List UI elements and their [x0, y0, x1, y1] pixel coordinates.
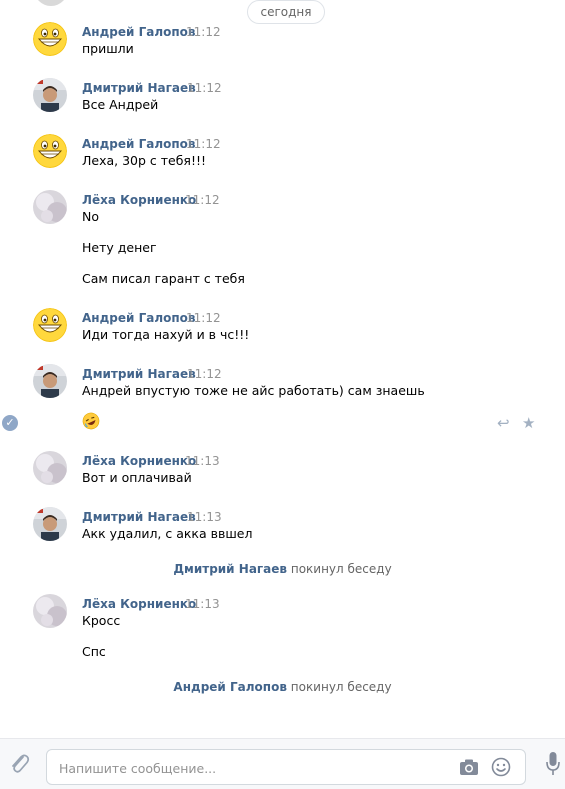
rofl-emoji-icon: [82, 412, 100, 430]
message-text: Сам писал гарант с тебя: [82, 271, 245, 286]
message-text: Акк удалил, с акка ввшел: [82, 526, 253, 541]
message-text: Леха, 30р с тебя!!!: [82, 153, 206, 168]
message-author[interactable]: Дмитрий Нагаев: [82, 510, 196, 524]
avatar-photo[interactable]: [33, 78, 67, 112]
message-text: No: [82, 209, 99, 224]
avatar-smiley[interactable]: [33, 134, 67, 168]
message-time[interactable]: 11:12: [186, 137, 221, 151]
message-text: Спс: [82, 644, 106, 659]
message-author[interactable]: Андрей Галопов: [82, 311, 196, 325]
message-author[interactable]: Андрей Галопов: [82, 137, 196, 151]
service-text: покинул беседу: [290, 680, 392, 694]
service-message: Дмитрий Нагаев покинул беседу: [0, 562, 565, 576]
reply-icon[interactable]: ↩: [497, 414, 510, 432]
composer: [0, 738, 565, 789]
selected-check-icon[interactable]: ✓: [2, 415, 18, 431]
message-time[interactable]: 11:12: [186, 25, 221, 39]
message-time[interactable]: 11:12: [185, 193, 220, 207]
message-time[interactable]: 11:13: [185, 597, 220, 611]
message-author[interactable]: Лёха Корниенко: [82, 597, 196, 611]
avatar-photo[interactable]: [33, 364, 67, 398]
message-text: Иди тогда нахуй и в чс!!!: [82, 327, 250, 342]
message-author[interactable]: Дмитрий Нагаев: [82, 367, 196, 381]
avatar-blurred[interactable]: [33, 594, 67, 628]
message-time[interactable]: 11:13: [187, 510, 222, 524]
star-icon[interactable]: ★: [522, 414, 535, 432]
date-divider: сегодня: [247, 0, 325, 24]
service-text: покинул беседу: [290, 562, 392, 576]
paperclip-icon[interactable]: [8, 751, 30, 775]
message-field[interactable]: [46, 749, 526, 786]
message-time[interactable]: 11:12: [186, 311, 221, 325]
message-author[interactable]: Дмитрий Нагаев: [82, 81, 196, 95]
avatar-smiley[interactable]: [33, 22, 67, 56]
message-author[interactable]: Лёха Корниенко: [82, 454, 196, 468]
message-text: Вот и оплачивай: [82, 470, 192, 485]
avatar-blurred[interactable]: [33, 190, 67, 224]
service-message: Андрей Галопов покинул беседу: [0, 680, 565, 694]
service-user-link[interactable]: Дмитрий Нагаев: [173, 562, 287, 576]
avatar-smiley[interactable]: [33, 308, 67, 342]
message-input[interactable]: [57, 750, 441, 786]
message-text: пришли: [82, 41, 134, 56]
message-author[interactable]: Лёха Корниенко: [82, 193, 196, 207]
message-text: Кросс: [82, 613, 121, 628]
emoji-picker-icon[interactable]: [491, 757, 511, 777]
avatar-blurred[interactable]: [33, 451, 67, 485]
avatar: [34, 0, 68, 6]
message-time[interactable]: 11:12: [187, 367, 222, 381]
microphone-icon[interactable]: [545, 751, 561, 777]
message-text: Все Андрей: [82, 97, 159, 112]
message-text: Нету денег: [82, 240, 157, 255]
message-time[interactable]: 11:13: [185, 454, 220, 468]
avatar-photo[interactable]: [33, 507, 67, 541]
chat-history[interactable]: сегодня Андрей Галопов 11:12 пришли Дмит…: [0, 0, 565, 738]
service-user-link[interactable]: Андрей Галопов: [173, 680, 287, 694]
message-author[interactable]: Андрей Галопов: [82, 25, 196, 39]
message-text: Андрей впустую тоже не айс работать) сам…: [82, 383, 425, 398]
camera-icon[interactable]: [459, 758, 479, 776]
message-time[interactable]: 11:12: [187, 81, 222, 95]
